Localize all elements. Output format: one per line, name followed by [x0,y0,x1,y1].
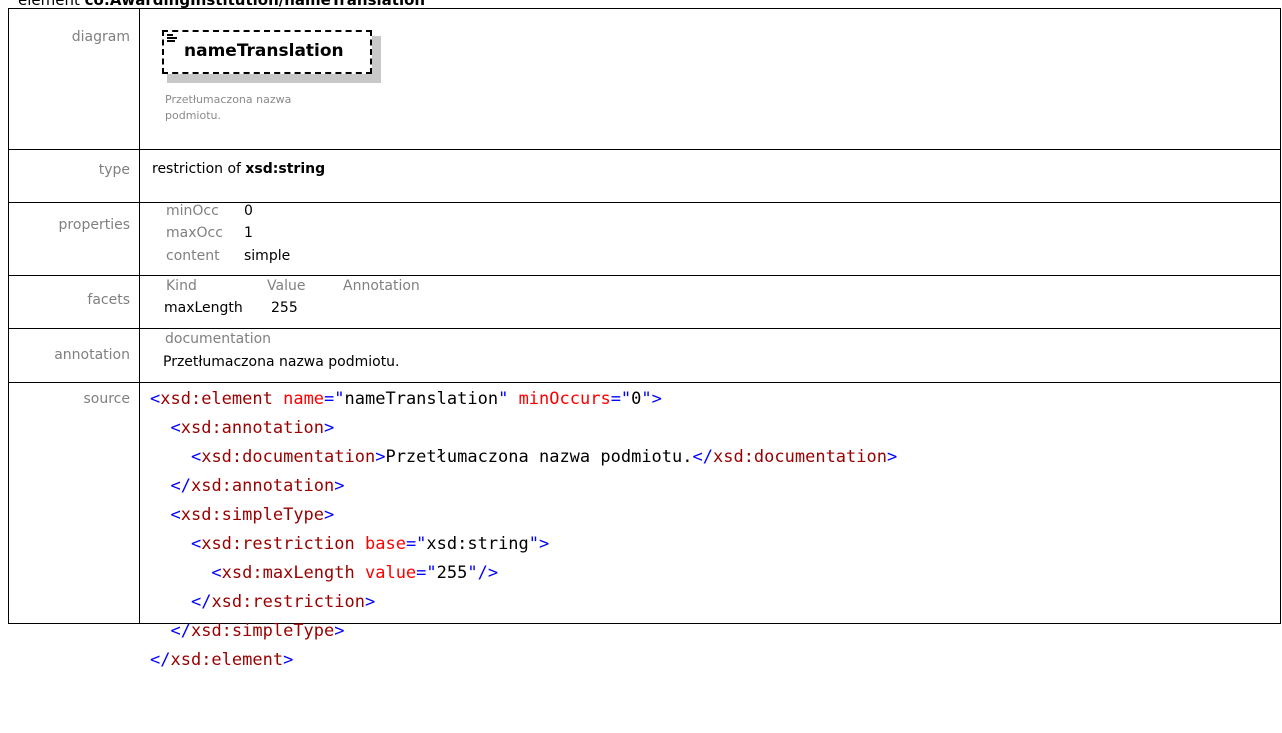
source-label: source [8,382,140,624]
facet-value: 255 [271,300,298,316]
facets-label: facets [8,275,140,329]
properties-grid: minOcc 0 maxOcc 1 content simple [140,203,1280,275]
diagram-element-box[interactable]: nameTranslation [162,30,372,74]
property-row: content simple [166,248,290,268]
facets-table: Kind Value Annotation maxLength 255 [140,276,1280,328]
type-label: type [8,149,140,203]
element-content-icon [167,34,179,44]
type-prefix: restriction of [152,161,246,177]
property-value: 0 [244,203,253,219]
facet-header-annotation: Annotation [343,278,420,294]
type-base-link[interactable]: xsd:string [245,161,325,177]
diagram-documentation: Przetłumaczona nazwa podmiotu. [165,93,292,122]
row-type: type restriction of xsd:string [8,149,1281,203]
property-key: minOcc [166,203,219,219]
property-value: 1 [244,225,253,241]
property-row: maxOcc 1 [166,225,253,245]
element-diagram: nameTranslation Przetłumaczona nazwa pod… [140,9,1280,149]
source-code-block: <xsd:element name="nameTranslation" minO… [140,383,1280,670]
row-facets: facets Kind Value Annotation maxLength 2… [8,275,1281,329]
source-maxlength-value: 255 [436,563,468,583]
diagram-label: diagram [8,8,140,150]
row-source: source <xsd:element name="nameTranslatio… [8,382,1281,670]
facet-kind: maxLength [164,300,243,316]
property-key: content [166,248,220,264]
facet-header-kind: Kind [166,278,197,294]
row-annotation: annotation documentation Przetłumaczona … [8,328,1281,383]
annotation-block: documentation Przetłumaczona nazwa podmi… [140,329,1280,382]
annotation-text: Przetłumaczona nazwa podmiotu. [163,354,400,370]
property-value: simple [244,248,291,264]
row-properties: properties minOcc 0 maxOcc 1 content simple [8,202,1281,276]
diagram-element-name: nameTranslation [184,41,344,61]
annotation-label: annotation [8,328,140,383]
facet-header-value: Value [267,278,306,294]
source-documentation-text: Przetłumaczona nazwa podmiotu. [385,447,693,467]
source-name-value: nameTranslation [344,389,499,409]
source-base-value: xsd:string [426,534,529,554]
property-row: minOcc 0 [166,203,253,223]
element-doc-table: diagram nameTranslation Przetłumaczona n… [8,8,1281,670]
annotation-title: documentation [165,331,272,347]
property-key: maxOcc [166,225,223,241]
row-diagram: diagram nameTranslation Przetłumaczona n… [8,8,1281,150]
source-minoccurs-value: 0 [631,389,642,409]
properties-label: properties [8,202,140,276]
source-code: <xsd:element name="nameTranslation" minO… [150,389,898,670]
